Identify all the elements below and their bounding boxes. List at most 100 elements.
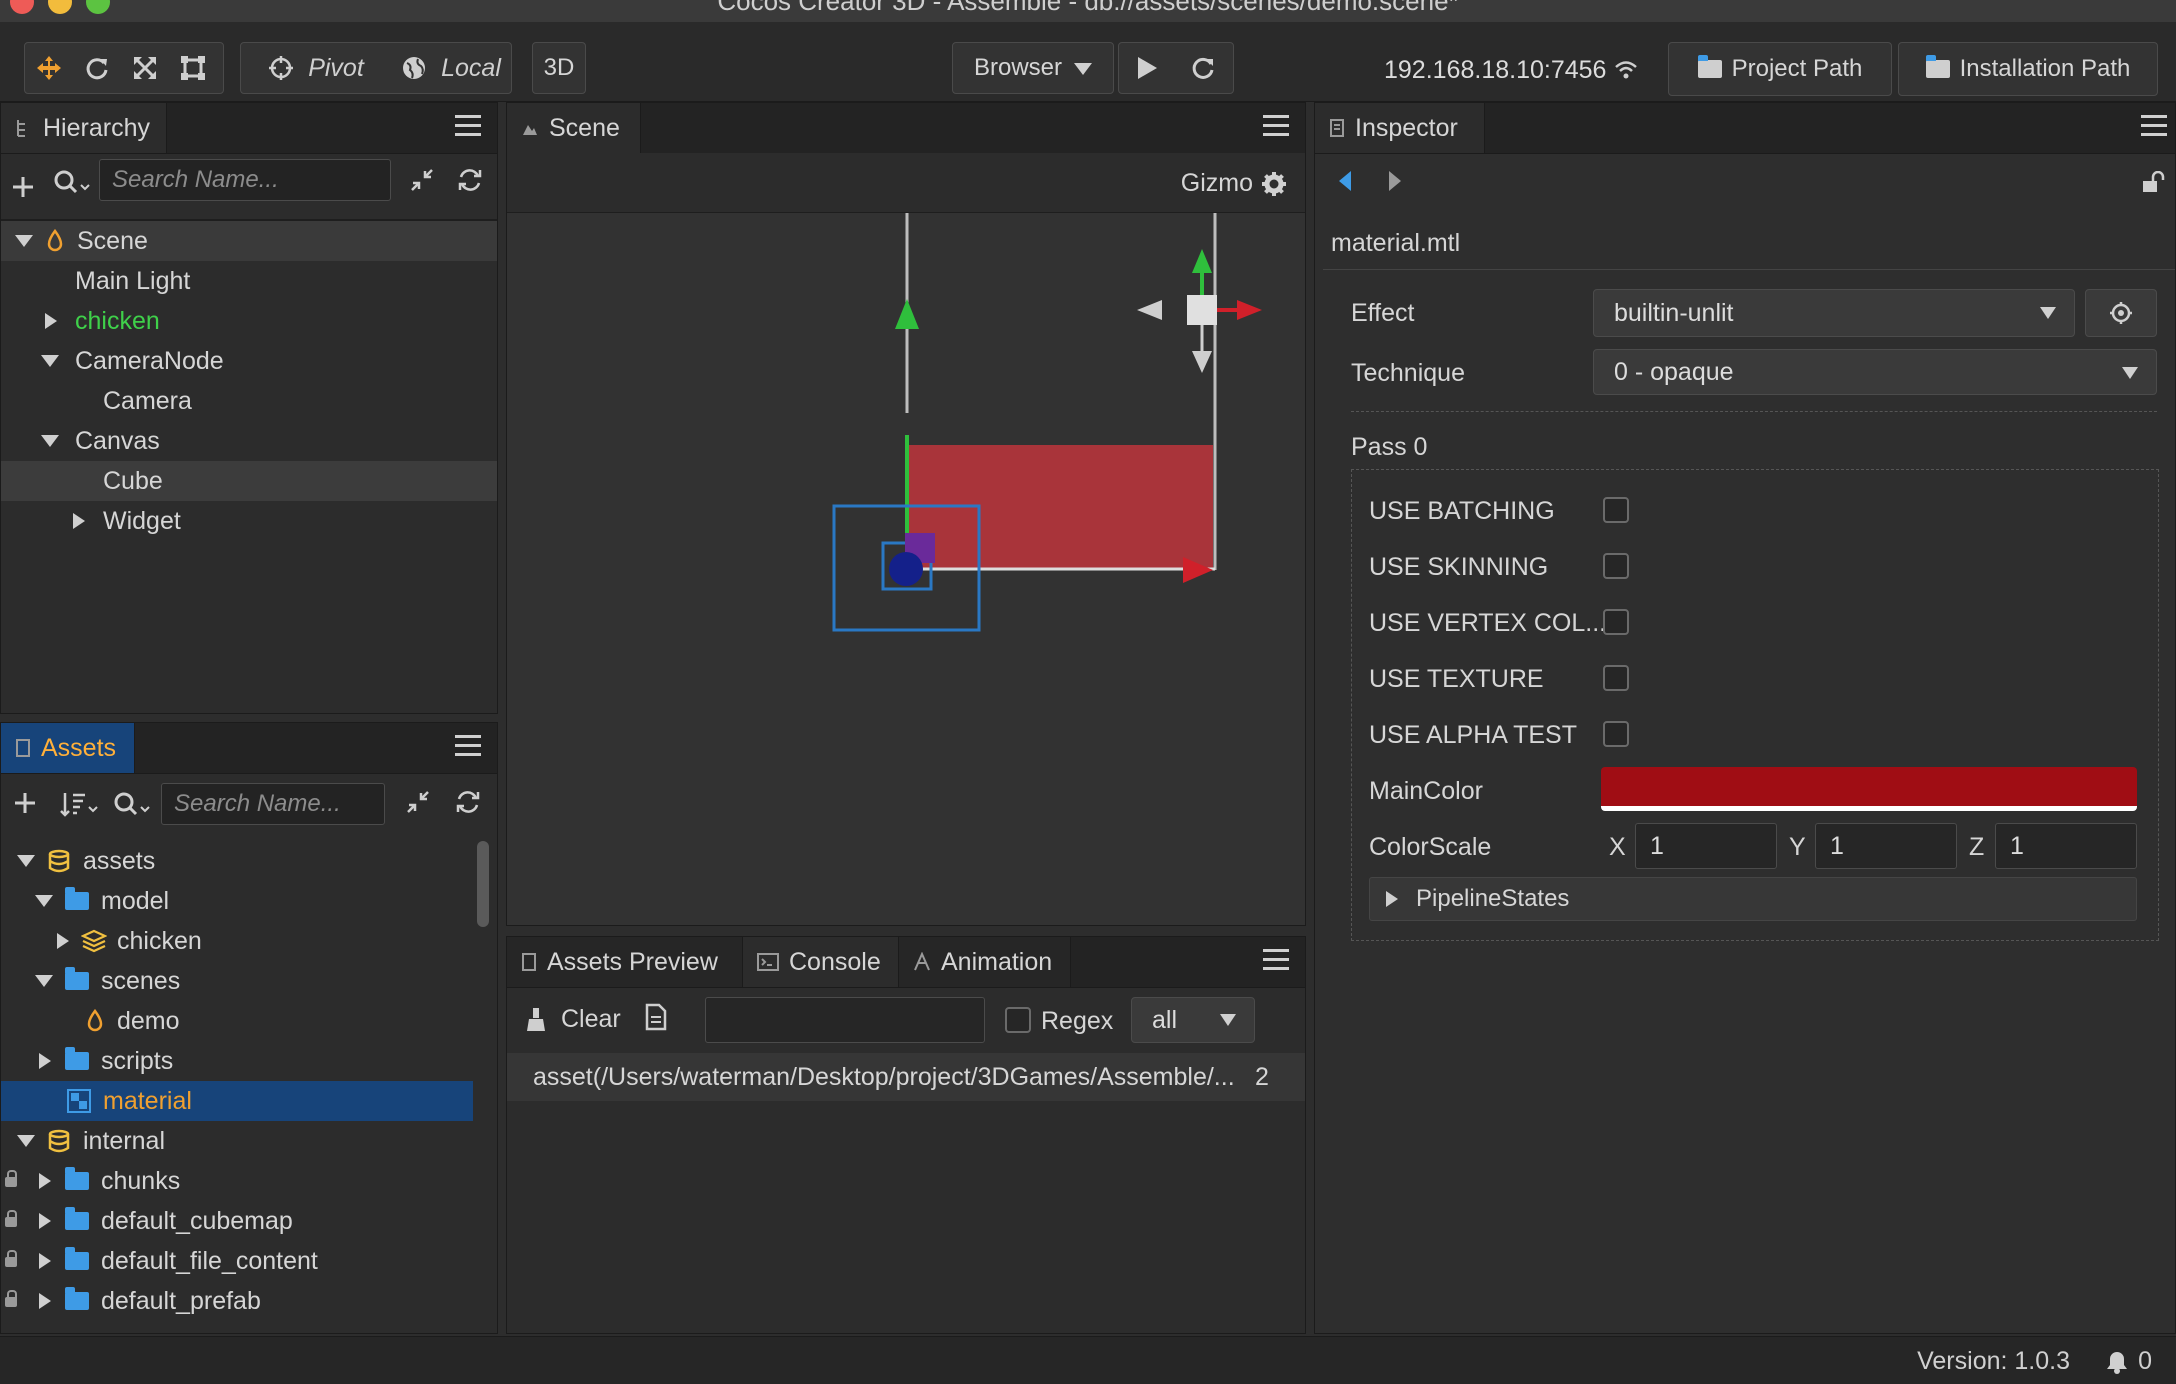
tab-inspector[interactable]: Inspector <box>1315 103 1485 153</box>
tab-scene[interactable]: Scene <box>507 103 641 153</box>
expand-arrow-icon[interactable] <box>41 435 59 447</box>
tree-node-camera-node[interactable]: CameraNode <box>1 341 224 381</box>
assets-search-input[interactable]: Search Name... <box>161 783 385 825</box>
local-toggle-button[interactable]: Local <box>391 44 511 92</box>
main-color-picker[interactable] <box>1601 767 2137 811</box>
sort-button[interactable] <box>59 791 99 824</box>
asset-folder-default-prefab[interactable]: default_prefab <box>1 1281 261 1321</box>
expand-arrow-icon[interactable] <box>17 1135 35 1147</box>
collapse-all-button[interactable] <box>405 789 431 822</box>
asset-folder-scenes[interactable]: scenes <box>1 961 180 1001</box>
technique-select[interactable]: 0 - opaque <box>1593 349 2157 395</box>
move-gizmo-center[interactable] <box>889 552 923 586</box>
search-type-button[interactable] <box>113 791 151 824</box>
asset-model-chicken[interactable]: chicken <box>1 921 202 961</box>
tab-hierarchy[interactable]: Hierarchy <box>1 103 167 153</box>
use-vertex-color-checkbox[interactable] <box>1603 609 1629 635</box>
orientation-neg-x-axis[interactable] <box>1137 300 1162 320</box>
scene-menu-icon[interactable] <box>1263 115 1289 139</box>
expand-arrow-icon[interactable] <box>15 235 33 247</box>
scene-viewport[interactable] <box>507 213 1305 925</box>
tree-node-chicken[interactable]: chicken <box>1 301 160 341</box>
tree-node-cube[interactable]: Cube <box>1 461 497 501</box>
use-skinning-checkbox[interactable] <box>1603 553 1629 579</box>
orientation-x-axis[interactable] <box>1237 300 1262 320</box>
inspector-menu-icon[interactable] <box>2141 115 2167 139</box>
preview-ip-address[interactable]: 192.168.18.10:7456 <box>1384 50 1638 90</box>
color-scale-y-input[interactable]: 1 <box>1815 823 1957 869</box>
notifications-button[interactable]: 0 <box>2106 1347 2152 1376</box>
expand-arrow-icon[interactable] <box>57 933 69 949</box>
use-batching-checkbox[interactable] <box>1603 497 1629 523</box>
search-type-button[interactable] <box>53 169 91 202</box>
expand-arrow-icon[interactable] <box>35 895 53 907</box>
lock-inspector-button[interactable] <box>2141 170 2167 200</box>
expand-arrow-icon[interactable] <box>17 855 35 867</box>
expand-arrow-icon[interactable] <box>41 355 59 367</box>
tab-console[interactable]: Console <box>743 937 899 987</box>
assets-scrollbar[interactable] <box>477 841 489 927</box>
expand-arrow-icon[interactable] <box>39 1213 51 1229</box>
refresh-hierarchy-button[interactable] <box>457 167 483 200</box>
locate-effect-button[interactable] <box>2085 289 2157 337</box>
use-texture-checkbox[interactable] <box>1603 665 1629 691</box>
expand-arrow-icon[interactable] <box>73 513 85 529</box>
log-level-select[interactable]: all <box>1131 997 1255 1043</box>
asset-material-selected[interactable]: material <box>1 1081 473 1121</box>
tab-animation[interactable]: Animation <box>899 937 1071 987</box>
rotate-tool-button[interactable] <box>73 44 121 92</box>
expand-arrow-icon[interactable] <box>35 975 53 987</box>
hierarchy-search-input[interactable]: Search Name... <box>99 159 391 201</box>
tab-assets[interactable]: Assets <box>1 723 135 773</box>
history-back-button[interactable] <box>1337 169 1353 200</box>
expand-arrow-icon[interactable] <box>39 1173 51 1189</box>
play-button[interactable] <box>1119 44 1175 92</box>
asset-scene-demo[interactable]: demo <box>1 1001 180 1041</box>
color-scale-x-input[interactable]: 1 <box>1635 823 1777 869</box>
asset-folder-scripts[interactable]: scripts <box>1 1041 173 1081</box>
use-alpha-test-checkbox[interactable] <box>1603 721 1629 747</box>
console-log-entry[interactable]: asset(/Users/waterman/Desktop/project/3D… <box>507 1053 1305 1101</box>
tree-node-scene[interactable]: Scene <box>1 221 497 261</box>
asset-db-internal[interactable]: internal <box>1 1121 165 1161</box>
expand-arrow-icon[interactable] <box>39 1293 51 1309</box>
expand-arrow-icon[interactable] <box>45 313 57 329</box>
preview-platform-select[interactable]: Browser <box>952 42 1114 94</box>
expand-arrow-icon[interactable] <box>39 1053 51 1069</box>
regex-checkbox[interactable] <box>1005 1007 1031 1033</box>
expand-arrow-icon[interactable] <box>1386 891 1398 907</box>
move-tool-button[interactable] <box>25 44 73 92</box>
installation-path-button[interactable]: Installation Path <box>1898 42 2158 96</box>
tree-node-main-light[interactable]: Main Light <box>1 261 190 301</box>
gizmo-button[interactable]: Gizmo <box>1181 169 1287 198</box>
tree-node-canvas[interactable]: Canvas <box>1 421 160 461</box>
pivot-toggle-button[interactable]: Pivot <box>241 44 391 92</box>
expand-arrow-icon[interactable] <box>39 1253 51 1269</box>
assets-menu-icon[interactable] <box>455 735 481 759</box>
rect-tool-button[interactable] <box>169 44 217 92</box>
tree-node-widget[interactable]: Widget <box>1 501 181 541</box>
orientation-y-axis[interactable] <box>1192 249 1212 273</box>
view-orientation-gizmo[interactable] <box>1137 249 1262 373</box>
history-forward-button[interactable] <box>1387 169 1403 200</box>
pipeline-states-foldout[interactable]: PipelineStates <box>1369 877 2137 921</box>
add-node-button[interactable] <box>11 169 35 208</box>
move-gizmo-y-arrow[interactable] <box>895 299 919 329</box>
scale-tool-button[interactable] <box>121 44 169 92</box>
open-log-file-button[interactable] <box>645 1003 667 1038</box>
asset-db-assets[interactable]: assets <box>1 841 155 881</box>
asset-folder-default-cubemap[interactable]: default_cubemap <box>1 1201 293 1241</box>
asset-folder-chunks[interactable]: chunks <box>1 1161 180 1201</box>
refresh-preview-button[interactable] <box>1175 44 1231 92</box>
effect-select[interactable]: builtin-unlit <box>1593 289 2075 337</box>
mode-3d-button[interactable]: 3D <box>532 42 586 94</box>
orientation-cube[interactable] <box>1187 295 1217 325</box>
asset-folder-default-file-content[interactable]: default_file_content <box>1 1241 318 1281</box>
hierarchy-menu-icon[interactable] <box>455 115 481 139</box>
tab-assets-preview[interactable]: Assets Preview <box>507 937 743 987</box>
project-path-button[interactable]: Project Path <box>1668 42 1892 96</box>
collapse-all-button[interactable] <box>409 167 435 200</box>
tree-node-camera[interactable]: Camera <box>1 381 192 421</box>
add-asset-button[interactable] <box>13 791 37 822</box>
clear-console-button[interactable]: Clear <box>525 1005 621 1034</box>
